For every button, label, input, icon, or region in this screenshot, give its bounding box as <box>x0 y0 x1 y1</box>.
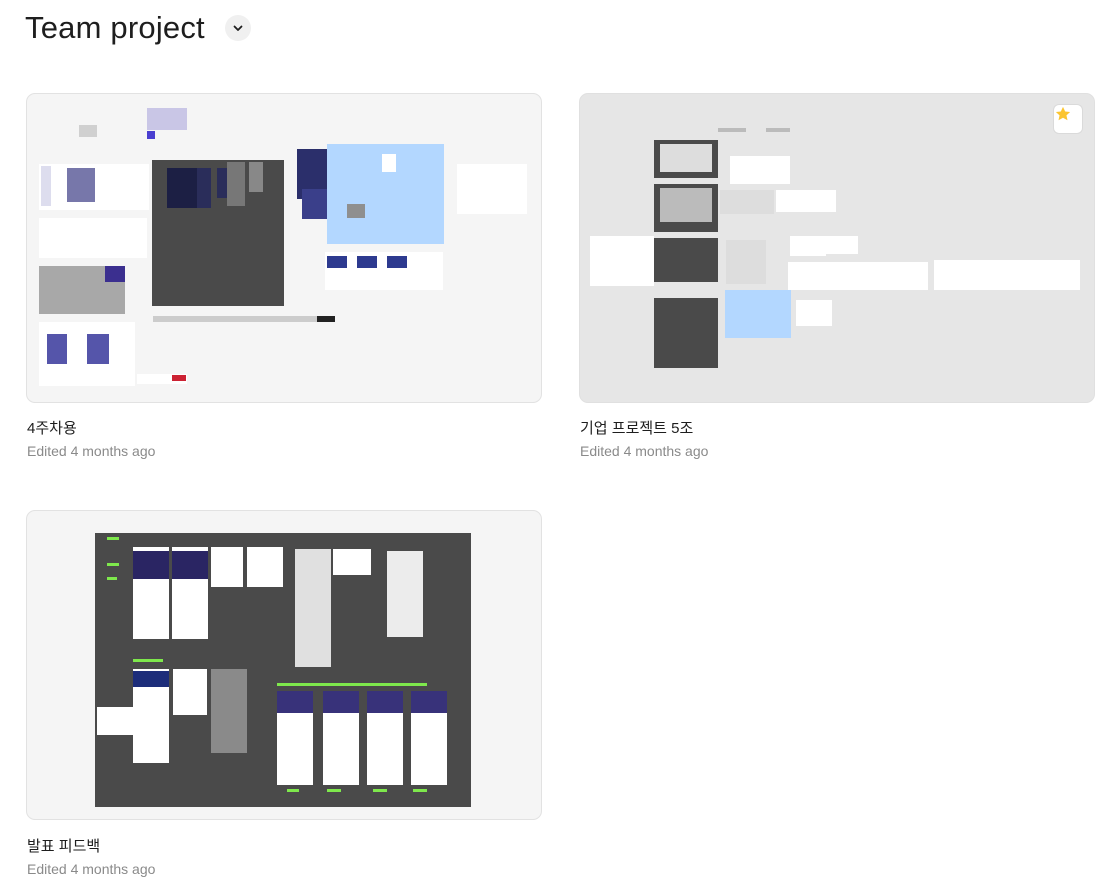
file-name[interactable]: 4주차용 <box>27 417 77 438</box>
file-edited-time: Edited 4 months ago <box>580 443 709 459</box>
page-title: Team project <box>25 10 205 45</box>
file-name[interactable]: 발표 피드백 <box>27 835 100 856</box>
chevron-down-icon <box>233 25 243 31</box>
file-thumbnail[interactable] <box>579 93 1095 403</box>
page-header: Team project <box>25 6 251 50</box>
thumbnail-canvas <box>590 128 1080 368</box>
file-edited-time: Edited 4 months ago <box>27 443 156 459</box>
thumbnail-canvas <box>39 108 527 386</box>
file-edited-time: Edited 4 months ago <box>27 861 156 877</box>
file-thumbnail[interactable] <box>26 510 542 820</box>
star-icon <box>1055 106 1071 121</box>
team-menu-button[interactable] <box>224 15 251 41</box>
file-name[interactable]: 기업 프로젝트 5조 <box>580 417 693 438</box>
thumbnail-canvas <box>95 533 471 807</box>
star-button[interactable] <box>1054 105 1082 133</box>
file-thumbnail[interactable] <box>26 93 542 403</box>
